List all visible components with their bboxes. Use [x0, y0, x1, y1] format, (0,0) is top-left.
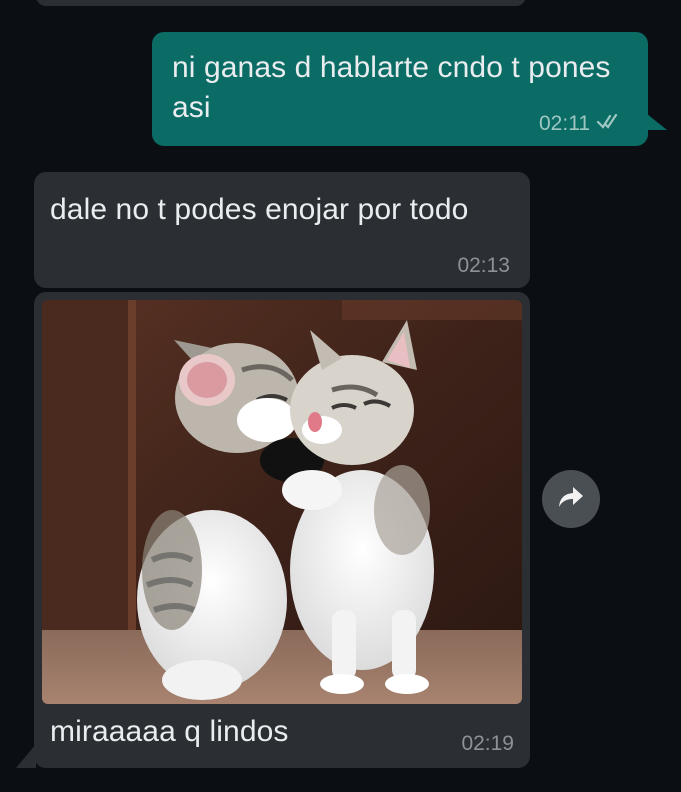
outgoing-message-bubble[interactable]: ni ganas d hablarte cndo t pones asi 02:…: [152, 32, 648, 146]
incoming-message-bubble[interactable]: dale no t podes enojar por todo 02:13: [34, 172, 530, 288]
kittens-photo[interactable]: [42, 300, 522, 704]
message-text: dale no t podes enojar por todo: [50, 193, 469, 226]
double-check-icon: [596, 112, 622, 136]
incoming-bubble-tail: [16, 744, 36, 768]
forward-arrow-icon: [557, 485, 585, 514]
outgoing-bubble-tail: [647, 114, 667, 130]
previous-message-bubble[interactable]: [36, 0, 526, 6]
message-timestamp: 02:11: [539, 112, 590, 135]
forward-button[interactable]: [542, 470, 600, 528]
message-time: 02:11: [539, 112, 622, 136]
message-timestamp: 02:13: [457, 254, 510, 277]
incoming-image-message-bubble[interactable]: miraaaaa q lindos 02:19: [34, 292, 530, 768]
message-timestamp: 02:19: [461, 732, 514, 755]
image-caption: miraaaaa q lindos: [50, 715, 289, 748]
